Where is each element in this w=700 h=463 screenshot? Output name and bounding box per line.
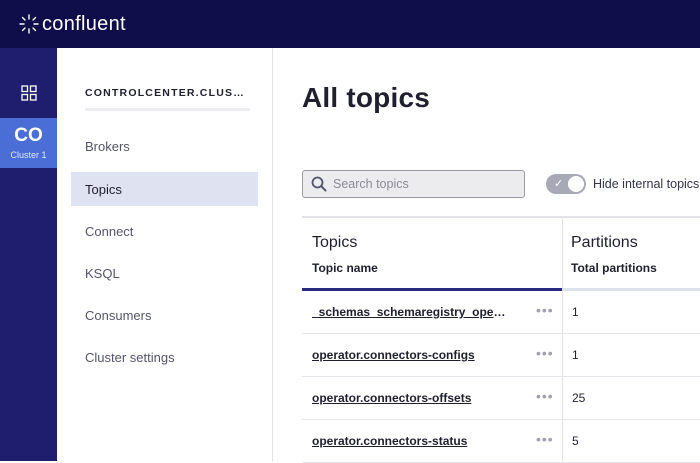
cluster-abbr: CO xyxy=(14,125,43,146)
cluster-tile[interactable]: CO Cluster 1 xyxy=(0,118,57,168)
column-header-topics[interactable]: Topics xyxy=(312,234,357,252)
check-icon: ✓ xyxy=(554,178,564,190)
topic-name-link[interactable]: _schemas_schemaregistry_operator xyxy=(312,305,507,319)
more-options-icon[interactable]: ••• xyxy=(536,431,554,447)
cluster-name-divider xyxy=(85,108,250,111)
confluent-logo-icon xyxy=(19,14,39,34)
table-row: operator.connectors-status ••• 5 xyxy=(302,420,700,463)
nav-item-consumers[interactable]: Consumers xyxy=(71,298,258,332)
topics-table: Topics Topic name Partitions Total parti… xyxy=(302,216,700,463)
topic-name-link[interactable]: operator.connectors-status xyxy=(312,434,507,448)
hide-internal-topics-toggle[interactable]: ✓ xyxy=(546,174,586,194)
side-nav: CONTROLCENTER.CLUSTER Brokers Topics Con… xyxy=(57,48,273,461)
hide-internal-topics-control: ✓ Hide internal topics xyxy=(546,174,699,194)
partition-count: 1 xyxy=(572,348,579,362)
cluster-rail: CO Cluster 1 xyxy=(0,48,57,461)
search-input[interactable] xyxy=(333,177,513,191)
nav-item-topics[interactable]: Topics xyxy=(71,172,258,206)
column-header-partitions[interactable]: Partitions xyxy=(571,234,638,252)
table-row: operator.connectors-offsets ••• 25 xyxy=(302,377,700,420)
toggle-knob xyxy=(568,176,584,192)
topic-name-link[interactable]: operator.connectors-offsets xyxy=(312,391,507,405)
topic-name-link[interactable]: operator.connectors-configs xyxy=(312,348,507,362)
search-icon xyxy=(311,176,327,192)
partition-count: 1 xyxy=(572,305,579,319)
logo-wordmark: confluent xyxy=(42,12,126,35)
toggle-label: Hide internal topics xyxy=(593,177,700,191)
cluster-label: Cluster 1 xyxy=(10,150,47,160)
table-row: operator.connectors-configs ••• 1 xyxy=(302,334,700,377)
table-row: _schemas_schemaregistry_operator ••• 1 xyxy=(302,291,700,334)
apps-grid-icon[interactable] xyxy=(0,78,57,108)
more-options-icon[interactable]: ••• xyxy=(536,302,554,318)
column-subheader-topic-name: Topic name xyxy=(312,261,378,275)
search-box[interactable] xyxy=(302,170,525,198)
nav-item-brokers[interactable]: Brokers xyxy=(71,129,258,163)
more-options-icon[interactable]: ••• xyxy=(536,345,554,361)
partition-count: 25 xyxy=(572,391,586,405)
table-header: Topics Topic name Partitions Total parti… xyxy=(302,218,700,291)
main-content: All topics ✓ Hide internal topics Topics… xyxy=(274,48,700,463)
confluent-logo[interactable]: confluent xyxy=(18,13,126,36)
nav-item-cluster-settings[interactable]: Cluster settings xyxy=(71,340,258,374)
nav-item-connect[interactable]: Connect xyxy=(71,214,258,248)
more-options-icon[interactable]: ••• xyxy=(536,388,554,404)
nav-item-ksql[interactable]: KSQL xyxy=(71,256,258,290)
page-title: All topics xyxy=(302,82,431,113)
top-bar: confluent xyxy=(0,0,700,48)
cluster-name: CONTROLCENTER.CLUSTER xyxy=(85,87,245,99)
column-subheader-total-partitions: Total partitions xyxy=(571,261,657,275)
partition-count: 5 xyxy=(572,434,579,448)
